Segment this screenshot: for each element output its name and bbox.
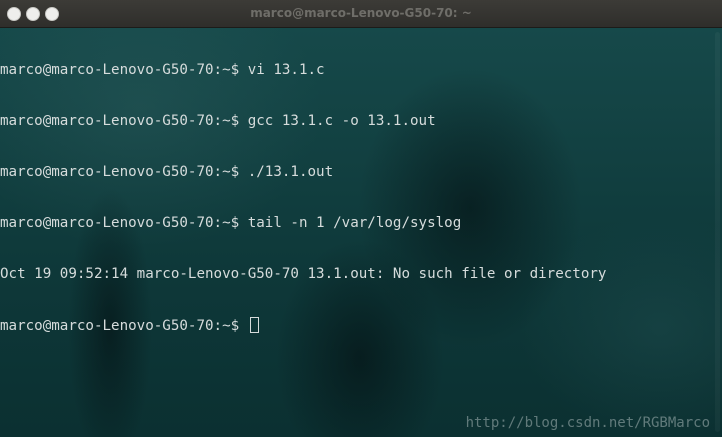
watermark: http://blog.csdn.net/RGBMarco: [465, 415, 710, 431]
output-text: Oct 19 09:52:14 marco-Lenovo-G50-70 13.1…: [0, 266, 607, 282]
prompt: marco@marco-Lenovo-G50-70:~$: [0, 318, 248, 334]
terminal-line: marco@marco-Lenovo-G50-70:~$ vi 13.1.c: [0, 62, 606, 79]
terminal-line: marco@marco-Lenovo-G50-70:~$ tail -n 1 /…: [0, 215, 606, 232]
command: vi 13.1.c: [247, 62, 325, 78]
terminal-output: marco@marco-Lenovo-G50-70:~$ vi 13.1.c m…: [0, 28, 606, 368]
terminal-line: marco@marco-Lenovo-G50-70:~$ ./13.1.out: [0, 164, 606, 181]
prompt: marco@marco-Lenovo-G50-70:~$: [0, 62, 248, 78]
scrollbar[interactable]: [715, 32, 720, 432]
prompt: marco@marco-Lenovo-G50-70:~$: [0, 215, 248, 231]
terminal-window: marco@marco-Lenovo-G50-70: ~ marco@marco…: [0, 0, 722, 437]
window-title: marco@marco-Lenovo-G50-70: ~: [250, 6, 472, 20]
prompt: marco@marco-Lenovo-G50-70:~$: [0, 113, 248, 129]
text-cursor[interactable]: [249, 317, 259, 333]
terminal-line: Oct 19 09:52:14 marco-Lenovo-G50-70 13.1…: [0, 266, 606, 283]
terminal-line: marco@marco-Lenovo-G50-70:~$: [0, 317, 606, 334]
prompt: marco@marco-Lenovo-G50-70:~$: [0, 164, 248, 180]
command: gcc 13.1.c -o 13.1.out: [247, 113, 436, 129]
terminal-area[interactable]: marco@marco-Lenovo-G50-70:~$ vi 13.1.c m…: [0, 28, 722, 437]
command: tail -n 1 /var/log/syslog: [247, 215, 462, 231]
title-bar[interactable]: marco@marco-Lenovo-G50-70: ~: [0, 0, 722, 28]
command: ./13.1.out: [247, 164, 334, 180]
terminal-line: marco@marco-Lenovo-G50-70:~$ gcc 13.1.c …: [0, 113, 606, 130]
